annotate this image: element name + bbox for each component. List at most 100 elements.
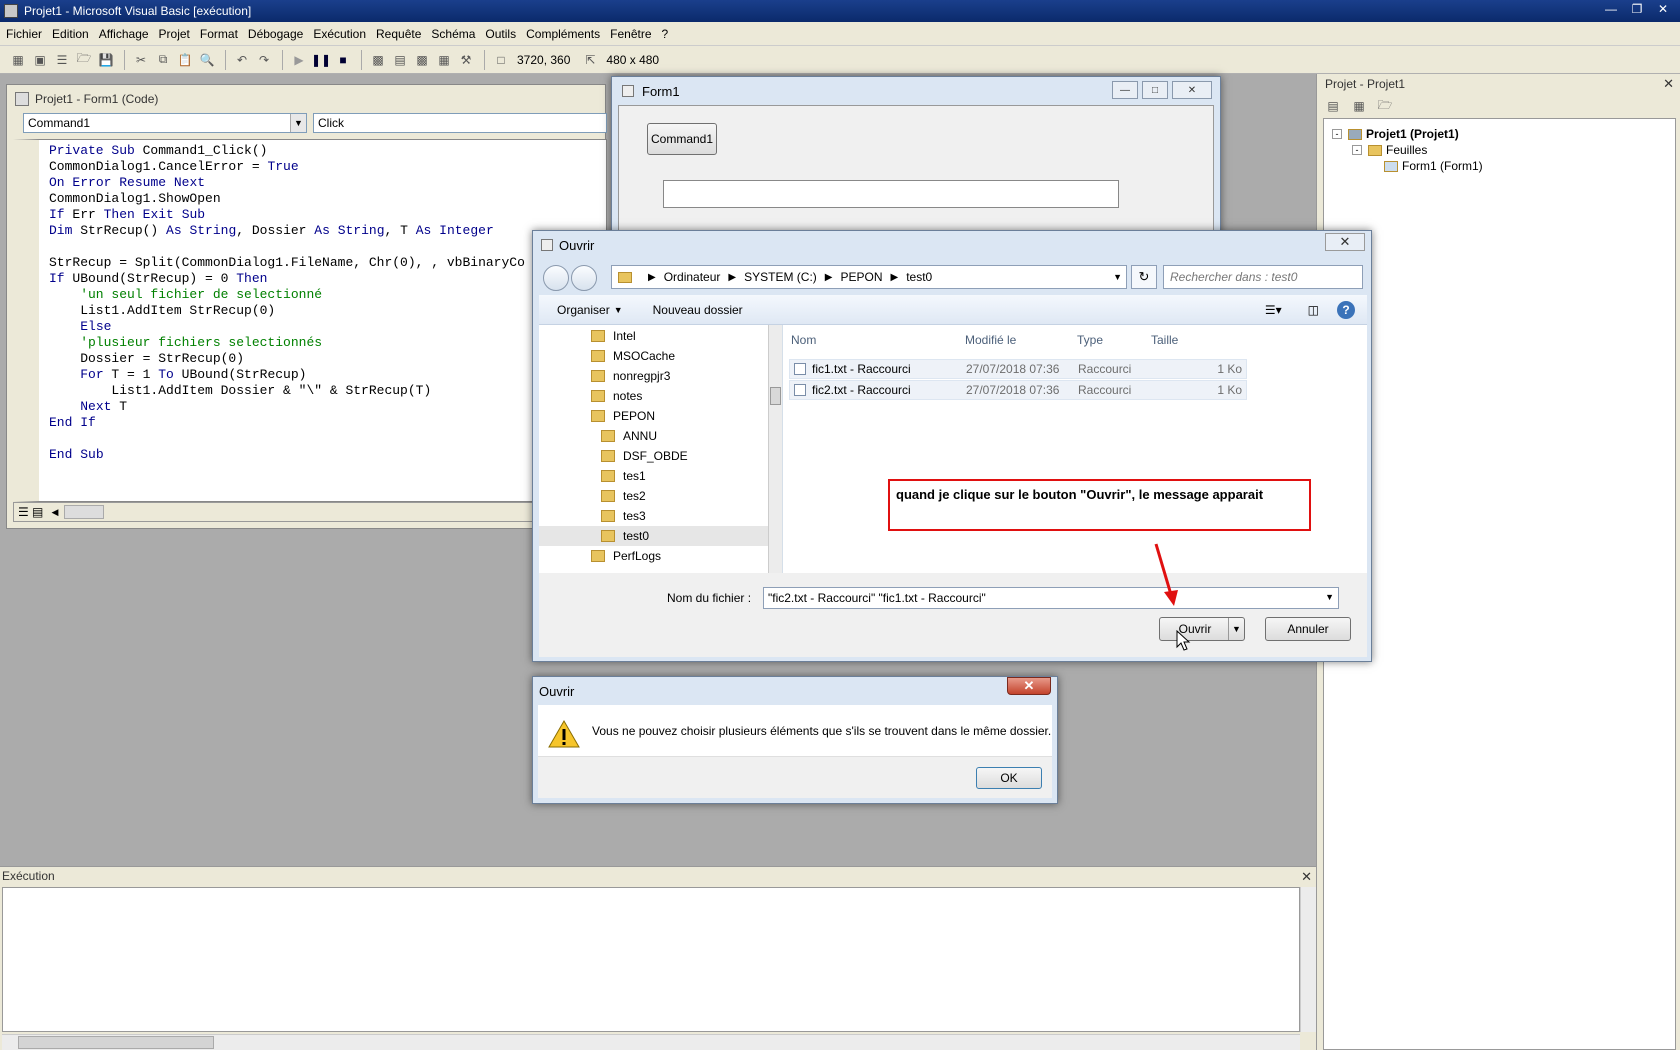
command1-button[interactable]: Command1 (647, 123, 717, 155)
scrollbar-thumb[interactable] (770, 387, 781, 405)
chevron-down-icon[interactable]: ▼ (290, 114, 306, 132)
organize-button[interactable]: Organiser (557, 303, 610, 317)
column-header-modified[interactable]: Modifié le (965, 333, 1016, 347)
object-combo[interactable]: Command1 ▼ (23, 113, 307, 133)
code-line[interactable]: For T = 1 To UBound(StrRecup) (49, 367, 306, 382)
chevron-down-icon[interactable]: ▼ (1113, 272, 1122, 282)
full-module-view-icon[interactable]: ▤ (32, 505, 46, 519)
breadcrumb-test0[interactable]: test0 (906, 270, 932, 284)
breadcrumb-system-c[interactable]: SYSTEM (C:) (744, 270, 817, 284)
folder-msocache[interactable]: MSOCache (613, 349, 675, 363)
file-row[interactable]: fic2.txt - Raccourci 27/07/2018 07:36 Ra… (789, 380, 1247, 400)
menu-schema[interactable]: Schéma (431, 25, 475, 43)
menu-complements[interactable]: Compléments (526, 25, 600, 43)
form1-minimize-icon[interactable]: — (1112, 81, 1138, 99)
code-line[interactable]: If Err Then Exit Sub (49, 207, 205, 222)
pause-icon[interactable]: ❚❚ (311, 50, 331, 70)
view-code-icon[interactable]: ▤ (1323, 96, 1343, 116)
folder-tes2[interactable]: tes2 (623, 489, 646, 503)
form1-close-icon[interactable]: ✕ (1172, 81, 1212, 99)
close-icon[interactable]: ✕ (1652, 0, 1674, 18)
folder-pepon[interactable]: PEPON (613, 409, 655, 423)
menu-projet[interactable]: Projet (159, 25, 190, 43)
breadcrumb-ordinateur[interactable]: Ordinateur (664, 270, 721, 284)
ouvrir-button[interactable]: Ouvrir ▼ (1159, 617, 1245, 641)
menu-format[interactable]: Format (200, 25, 238, 43)
save-icon[interactable]: 💾 (96, 50, 116, 70)
execution-horizontal-scrollbar[interactable] (2, 1034, 1300, 1050)
properties-icon[interactable]: ▤ (390, 50, 410, 70)
breadcrumb-pepon[interactable]: PEPON (840, 270, 882, 284)
project-explorer-icon[interactable]: ▩ (368, 50, 388, 70)
menu-requete[interactable]: Requête (376, 25, 421, 43)
help-icon[interactable]: ? (1337, 300, 1355, 319)
chevron-down-icon[interactable]: ▼ (614, 305, 623, 315)
object-browser-icon[interactable]: ▦ (434, 50, 454, 70)
undo-icon[interactable]: ↶ (232, 50, 252, 70)
menu-execution[interactable]: Exécution (313, 25, 366, 43)
folder-dsf-obde[interactable]: DSF_OBDE (623, 449, 688, 463)
preview-pane-icon[interactable]: ◫ (1308, 303, 1319, 317)
back-icon[interactable] (543, 265, 569, 291)
code-text[interactable]: Private Sub Command1_Click() CommonDialo… (39, 140, 606, 463)
code-line[interactable]: 'plusieur fichiers selectionnés (49, 335, 322, 350)
code-editor[interactable]: Private Sub Command1_Click() CommonDialo… (13, 139, 607, 502)
close-icon[interactable]: ✕ (1325, 233, 1365, 251)
search-input[interactable]: Rechercher dans : test0 (1163, 265, 1363, 289)
code-line[interactable]: List1.AddItem Dossier & "\" & StrRecup(T… (49, 383, 431, 398)
close-icon[interactable]: ✕ (1007, 677, 1051, 695)
folder-tes3[interactable]: tes3 (623, 509, 646, 523)
run-icon[interactable]: ▶ (289, 50, 309, 70)
new-folder-button[interactable]: Nouveau dossier (653, 303, 743, 317)
toolbox-icon[interactable]: ⚒ (456, 50, 476, 70)
folder-intel[interactable]: Intel (613, 329, 636, 343)
project-root[interactable]: Projet1 (Projet1) (1366, 127, 1459, 141)
code-line[interactable]: List1.AddItem StrRecup(0) (49, 303, 275, 318)
menu-debogage[interactable]: Débogage (248, 25, 303, 43)
code-line[interactable]: Dossier = StrRecup(0) (49, 351, 244, 366)
scroll-left-icon[interactable]: ◀ (46, 507, 64, 518)
annuler-button[interactable]: Annuler (1265, 617, 1351, 641)
code-line[interactable]: 'un seul fichier de selectionné (49, 287, 322, 302)
menu-fichier[interactable]: Fichier (6, 25, 42, 43)
immediate-pane[interactable] (2, 887, 1300, 1032)
form1-textbox[interactable] (663, 180, 1119, 208)
copy-icon[interactable]: ⧉ (153, 50, 173, 70)
find-icon[interactable]: 🔍 (197, 50, 217, 70)
code-line[interactable]: End Sub (49, 447, 104, 462)
folder-annu[interactable]: ANNU (623, 429, 657, 443)
form-layout-icon[interactable]: ▩ (412, 50, 432, 70)
code-line[interactable]: Else (49, 319, 111, 334)
add-form-icon[interactable]: ▣ (30, 50, 50, 70)
code-line[interactable]: On Error Resume Next (49, 175, 205, 190)
project-close-icon[interactable]: ✕ (1663, 76, 1674, 92)
folder-tes1[interactable]: tes1 (623, 469, 646, 483)
menu-help[interactable]: ? (662, 25, 669, 43)
file-row[interactable]: fic1.txt - Raccourci 27/07/2018 07:36 Ra… (789, 359, 1247, 379)
refresh-icon[interactable]: ↻ (1131, 265, 1157, 289)
forward-icon[interactable] (571, 265, 597, 291)
folder-nonregpjr3[interactable]: nonregpjr3 (613, 369, 670, 383)
form1-maximize-icon[interactable]: □ (1142, 81, 1168, 99)
folder-test0[interactable]: test0 (623, 529, 649, 543)
code-line[interactable]: StrRecup = Split(CommonDialog1.FileName,… (49, 255, 525, 270)
menu-edition[interactable]: Edition (52, 25, 89, 43)
code-line[interactable]: CommonDialog1.CancelError = True (49, 159, 299, 174)
execution-vertical-scrollbar[interactable] (1300, 887, 1316, 1032)
procedure-view-icon[interactable]: ☰ (18, 505, 32, 519)
ok-button[interactable]: OK (976, 767, 1042, 789)
add-project-icon[interactable]: ▦ (8, 50, 28, 70)
redo-icon[interactable]: ↷ (254, 50, 274, 70)
project-folder-feuilles[interactable]: Feuilles (1386, 143, 1427, 157)
code-line[interactable]: End If (49, 415, 96, 430)
folder-notes[interactable]: notes (613, 389, 642, 403)
open-icon[interactable]: 🗁 (74, 50, 94, 70)
execution-close-icon[interactable]: ✕ (1301, 869, 1312, 885)
code-line[interactable]: Private Sub Command1_Click() (49, 143, 267, 158)
filename-input[interactable]: "fic2.txt - Raccourci" "fic1.txt - Racco… (763, 587, 1339, 609)
scrollbar-thumb[interactable] (18, 1036, 214, 1049)
procedure-combo[interactable]: Click (313, 113, 607, 133)
column-header-size[interactable]: Taille (1151, 333, 1178, 347)
paste-icon[interactable]: 📋 (175, 50, 195, 70)
address-bar[interactable]: ▶ Ordinateur ▶ SYSTEM (C:) ▶ PEPON ▶ test0 … (611, 265, 1127, 289)
